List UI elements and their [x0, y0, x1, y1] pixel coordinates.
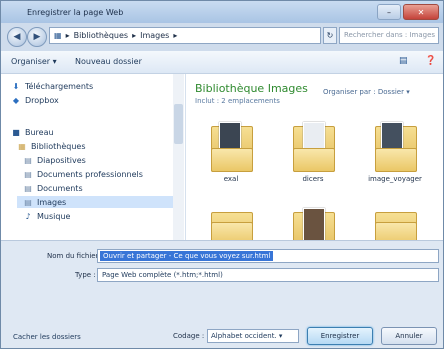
folder-item[interactable]	[209, 122, 253, 172]
arrange-dropdown[interactable]: Dossier ▾	[378, 88, 410, 96]
address-bar[interactable]: ▦ ▸ Bibliothèques ▸ Images ▸	[49, 27, 321, 44]
scrollbar-thumb[interactable]	[174, 104, 183, 144]
window-controls: – ✕	[377, 4, 439, 20]
minimize-icon: –	[387, 7, 391, 17]
folder-icon	[293, 148, 335, 172]
minimize-button[interactable]: –	[377, 4, 401, 20]
dropbox-icon: ◆	[12, 95, 20, 105]
folder-item[interactable]	[373, 122, 417, 172]
hide-folders-toggle[interactable]: Cacher les dossiers	[13, 333, 81, 341]
nav-item-documents-professionnels[interactable]: ▤ Documents professionnels	[23, 168, 185, 180]
organize-menu[interactable]: Organiser ▾	[11, 57, 57, 66]
toolbar: Organiser ▾ Nouveau dossier ▤ ❓	[1, 51, 443, 74]
library-icon: ▤	[24, 183, 32, 193]
nav-item-telechargements[interactable]: ⬇ Téléchargements	[11, 80, 181, 92]
save-form: Nom du fichier : Ouvrir et partager - Ce…	[1, 240, 443, 348]
window-title: Enregistrer la page Web	[27, 8, 124, 17]
desktop-icon: ■	[12, 127, 20, 137]
arrange-label: Organiser par :	[323, 88, 376, 96]
library-icon: ▤	[24, 197, 32, 207]
library-header: Bibliothèque Images Inclut : 2 emplaceme…	[195, 82, 308, 105]
library-title: Bibliothèque Images	[195, 82, 308, 95]
nav-item-bureau[interactable]: ■ Bureau	[11, 126, 181, 138]
library-icon: ▤	[24, 169, 32, 179]
breadcrumb-bibliotheques[interactable]: Bibliothèques	[74, 31, 129, 40]
download-folder-icon: ⬇	[12, 81, 20, 91]
folder-icon	[375, 148, 417, 172]
cancel-button[interactable]: Annuler	[381, 327, 437, 345]
library-locations-link[interactable]: Inclut : 2 emplacements	[195, 97, 308, 105]
forward-button[interactable]: ▶	[27, 27, 47, 47]
filetype-select[interactable]: Page Web complète (*.htm;*.html)	[97, 268, 439, 282]
back-button[interactable]: ◀	[7, 27, 27, 47]
arrange-by: Organiser par : Dossier ▾	[323, 88, 410, 96]
nav-item-musique[interactable]: ♪ Musique	[23, 210, 185, 222]
filename-value: Ouvrir et partager - Ce que vous voyez s…	[100, 251, 274, 261]
arrow-left-icon: ◀	[13, 32, 21, 42]
library-icon: ▤	[24, 155, 32, 165]
save-button[interactable]: Enregistrer	[307, 327, 373, 345]
nav-item-documents[interactable]: ▤ Documents	[23, 182, 185, 194]
folder-thumbnail	[303, 208, 325, 244]
filename-input[interactable]: Ouvrir et partager - Ce que vous voyez s…	[97, 249, 439, 263]
folder-label: dicers	[302, 175, 324, 183]
save-dialog: Enregistrer la page Web – ✕ ◀ ▶ ▦ ▸ Bibl…	[0, 0, 444, 349]
help-icon[interactable]: ❓	[425, 56, 436, 66]
navigation-pane: ⬇ Téléchargements ◆ Dropbox ■ Bureau ▦ B…	[1, 74, 186, 240]
close-icon: ✕	[417, 7, 425, 17]
nav-item-bibliotheques[interactable]: ▦ Bibliothèques	[17, 140, 185, 152]
folder-label: exal	[223, 175, 239, 183]
view-options-icon[interactable]: ▤	[399, 56, 408, 66]
folder-icon	[211, 148, 253, 172]
nav-item-diapositives[interactable]: ▤ Diapositives	[23, 154, 185, 166]
refresh-icon: ↻	[326, 31, 334, 40]
content-area: ⬇ Téléchargements ◆ Dropbox ■ Bureau ▦ B…	[1, 74, 443, 258]
nav-item-dropbox[interactable]: ◆ Dropbox	[11, 94, 181, 106]
filetype-label: Type :	[75, 271, 96, 279]
encoding-label: Codage :	[173, 332, 205, 340]
arrow-right-icon: ▶	[33, 32, 41, 42]
refresh-button[interactable]: ↻	[323, 27, 337, 44]
folder-item[interactable]	[291, 122, 335, 172]
filename-label: Nom du fichier :	[47, 252, 104, 260]
nav-item-images[interactable]: ▤ Images	[17, 196, 175, 208]
encoding-select[interactable]: Alphabet occident. ▾	[207, 329, 299, 343]
breadcrumb-images[interactable]: Images	[140, 31, 169, 40]
navigation-scrollbar[interactable]	[173, 74, 184, 240]
close-button[interactable]: ✕	[403, 4, 439, 20]
folder-label: image_voyager	[368, 175, 422, 183]
title-bar[interactable]: Enregistrer la page Web – ✕	[1, 1, 443, 23]
library-icon: ▦	[54, 31, 62, 40]
new-folder-button[interactable]: Nouveau dossier	[75, 57, 142, 66]
search-input[interactable]: Rechercher dans : Images	[339, 27, 439, 44]
library-icon: ▦	[18, 141, 26, 151]
address-row: ◀ ▶ ▦ ▸ Bibliothèques ▸ Images ▸ ↻ Reche…	[1, 23, 443, 49]
music-icon: ♪	[25, 211, 31, 221]
